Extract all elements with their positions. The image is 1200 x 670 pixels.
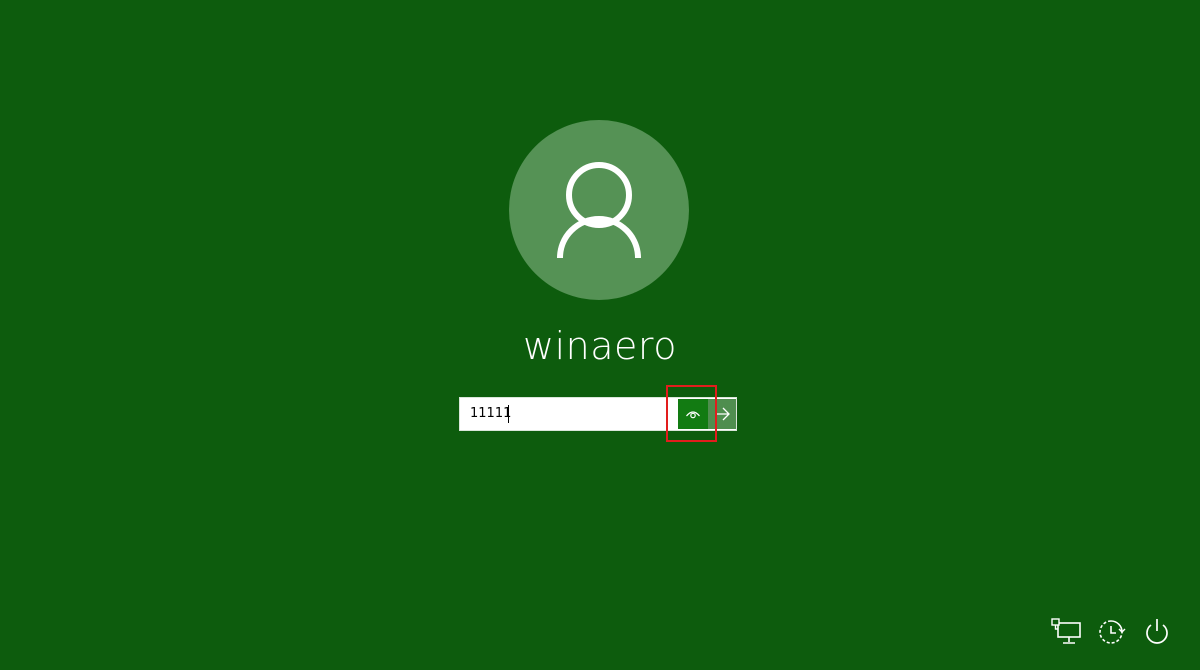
submit-button[interactable]: [708, 399, 736, 429]
power-icon: [1146, 619, 1168, 644]
ease-of-access-icon: [1099, 620, 1126, 644]
text-caret: [508, 405, 509, 423]
network-button[interactable]: [1049, 615, 1083, 647]
user-avatar: [509, 120, 689, 300]
ease-of-access-button[interactable]: [1094, 615, 1128, 647]
arrow-right-icon: [715, 407, 730, 421]
network-icon: [1051, 618, 1081, 644]
user-name: winaero: [523, 324, 677, 368]
eye-icon: [686, 411, 700, 419]
password-input[interactable]: [460, 398, 686, 430]
reveal-password-button[interactable]: [678, 399, 708, 429]
power-button[interactable]: [1140, 615, 1174, 647]
user-icon: [557, 162, 641, 259]
